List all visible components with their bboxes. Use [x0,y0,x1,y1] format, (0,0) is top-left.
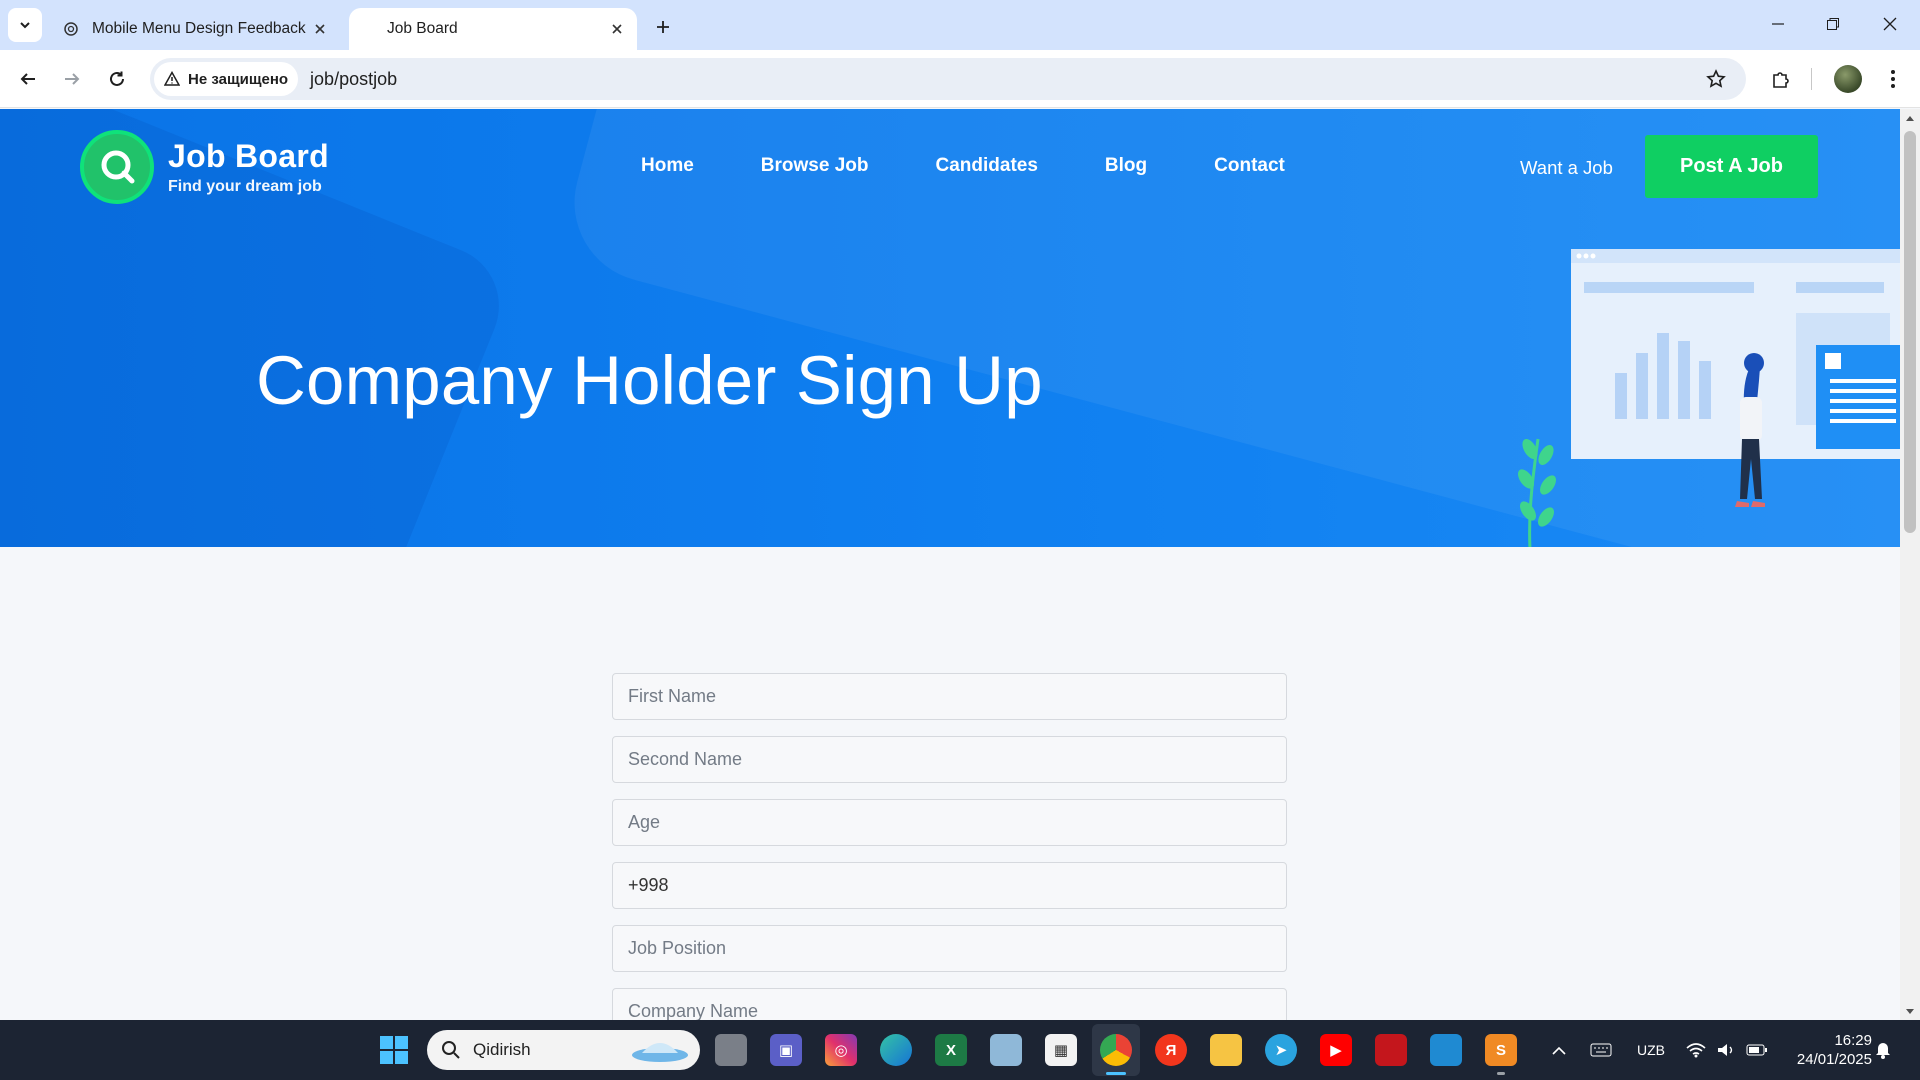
scroll-down-icon[interactable] [1905,1007,1915,1017]
signup-form: First Name Second Name Age +998 Job Posi… [612,673,1287,1020]
arrow-left-icon [20,73,35,85]
running-indicator [1497,1072,1505,1075]
telegram-icon[interactable]: ➤ [1265,1034,1297,1066]
extensions-button[interactable] [1763,61,1799,97]
plus-icon [657,21,669,33]
teams-icon[interactable]: ▣ [770,1034,802,1066]
windows-taskbar: Qidirish ▣ ◎ X ▦ Я ➤ ▶ S UZB 16:29 24/01… [0,1020,1920,1080]
vertical-scrollbar[interactable] [1900,109,1920,1020]
acrobat-icon[interactable] [1375,1034,1407,1066]
restore-icon [1827,18,1839,30]
url-text: job/postjob [310,68,398,89]
system-clock[interactable]: 16:29 24/01/2025 [1782,1031,1872,1069]
close-icon[interactable] [603,15,631,43]
battery-icon[interactable] [1746,1020,1768,1080]
search-placeholder: Qidirish [473,1040,531,1059]
reload-icon [110,71,124,86]
post-a-job-button[interactable]: Post A Job [1645,135,1818,198]
openai-icon [62,20,80,38]
company-name-input[interactable]: Company Name [612,988,1287,1020]
first-name-input[interactable]: First Name [612,673,1287,720]
minimize-icon [1772,23,1784,25]
page-title: Company Holder Sign Up [256,342,1043,419]
tab-job-board[interactable]: Job Board [349,8,637,50]
security-chip[interactable]: Не защищено [154,62,299,96]
age-input[interactable]: Age [612,799,1287,846]
chevron-down-icon [20,22,30,29]
restore-button[interactable] [1805,6,1861,42]
excel-icon[interactable]: X [935,1034,967,1066]
back-button[interactable] [10,61,46,97]
tab-title: Mobile Menu Design Feedback [92,20,306,37]
job-position-input[interactable]: Job Position [612,925,1287,972]
scroll-up-icon[interactable] [1905,113,1915,123]
logo-subtitle: Find your dream job [168,178,322,195]
kebab-menu-icon [1891,70,1895,88]
toolbar-divider [1811,68,1812,90]
tray-overflow-icon[interactable] [1552,1020,1566,1080]
new-tab-button[interactable] [648,12,678,42]
chrome-icon[interactable] [1100,1034,1132,1066]
windows-start-icon[interactable] [379,1035,409,1065]
sublime-icon[interactable]: S [1485,1034,1517,1066]
close-window-button[interactable] [1862,6,1918,42]
nav-contact[interactable]: Contact [1214,155,1285,177]
store-icon[interactable]: ▦ [1045,1034,1077,1066]
forward-button[interactable] [54,61,90,97]
clock-date: 24/01/2025 [1796,1051,1872,1068]
notification-bell-icon[interactable] [1875,1020,1891,1080]
nav-blog[interactable]: Blog [1105,155,1147,177]
language-indicator[interactable]: UZB [1637,1020,1665,1080]
wifi-icon[interactable] [1686,1020,1706,1080]
clock-time: 16:29 [1834,1032,1872,1049]
instagram-icon[interactable]: ◎ [825,1034,857,1066]
phone-input[interactable]: +998 [612,862,1287,909]
keyboard-icon[interactable] [1590,1020,1612,1080]
menu-button[interactable] [1875,61,1911,97]
puzzle-icon [1773,72,1789,88]
yandex-icon[interactable]: Я [1155,1034,1187,1066]
nav-home[interactable]: Home [641,155,694,177]
hero-banner: Job Board Find your dream job Home Brows… [0,109,1900,547]
want-a-job-link[interactable]: Want a Job [1520,157,1613,179]
reload-button[interactable] [99,61,135,97]
task-view-icon[interactable] [715,1034,747,1066]
youtube-icon[interactable]: ▶ [1320,1034,1352,1066]
browser-toolbar: Не защищено job/postjob [0,50,1920,108]
search-logo-icon [80,130,154,204]
tab-title: Job Board [387,20,458,37]
edge-icon[interactable] [880,1034,912,1066]
close-icon[interactable] [306,15,334,43]
bookmark-star-button[interactable] [1700,63,1732,95]
tab-strip: Mobile Menu Design Feedback Job Board [0,0,1920,50]
main-nav: Home Browse Job Candidates Blog Contact [641,155,1285,177]
nav-browse-job[interactable]: Browse Job [761,155,869,177]
vscode-icon[interactable] [1430,1034,1462,1066]
profile-avatar[interactable] [1834,65,1862,93]
page-viewport: Job Board Find your dream job Home Brows… [0,109,1900,1020]
minimize-button[interactable] [1750,6,1806,42]
security-label: Не защищено [188,70,289,88]
volume-icon[interactable] [1716,1020,1736,1080]
nav-candidates[interactable]: Candidates [936,155,1038,177]
dashboard-illustration [1518,249,1900,547]
address-bar[interactable]: Не защищено job/postjob [150,58,1746,100]
search-icon [442,1041,460,1059]
warning-icon [164,71,180,86]
tab-mobile-menu[interactable]: Mobile Menu Design Feedback [52,8,340,50]
arrow-right-icon [65,73,80,85]
taskbar-search[interactable]: Qidirish [427,1030,700,1070]
tab-search-button[interactable] [8,8,42,42]
second-name-input[interactable]: Second Name [612,736,1287,783]
logo-title: Job Board [168,138,329,174]
site-logo[interactable]: Job Board Find your dream job [80,130,329,204]
search-highlight-icon [632,1043,688,1062]
file-explorer-icon[interactable] [1210,1034,1242,1066]
active-indicator [1106,1072,1126,1075]
close-icon [1883,17,1897,31]
notes-icon[interactable] [990,1034,1022,1066]
star-icon [1706,69,1726,88]
scrollbar-thumb[interactable] [1904,131,1916,533]
